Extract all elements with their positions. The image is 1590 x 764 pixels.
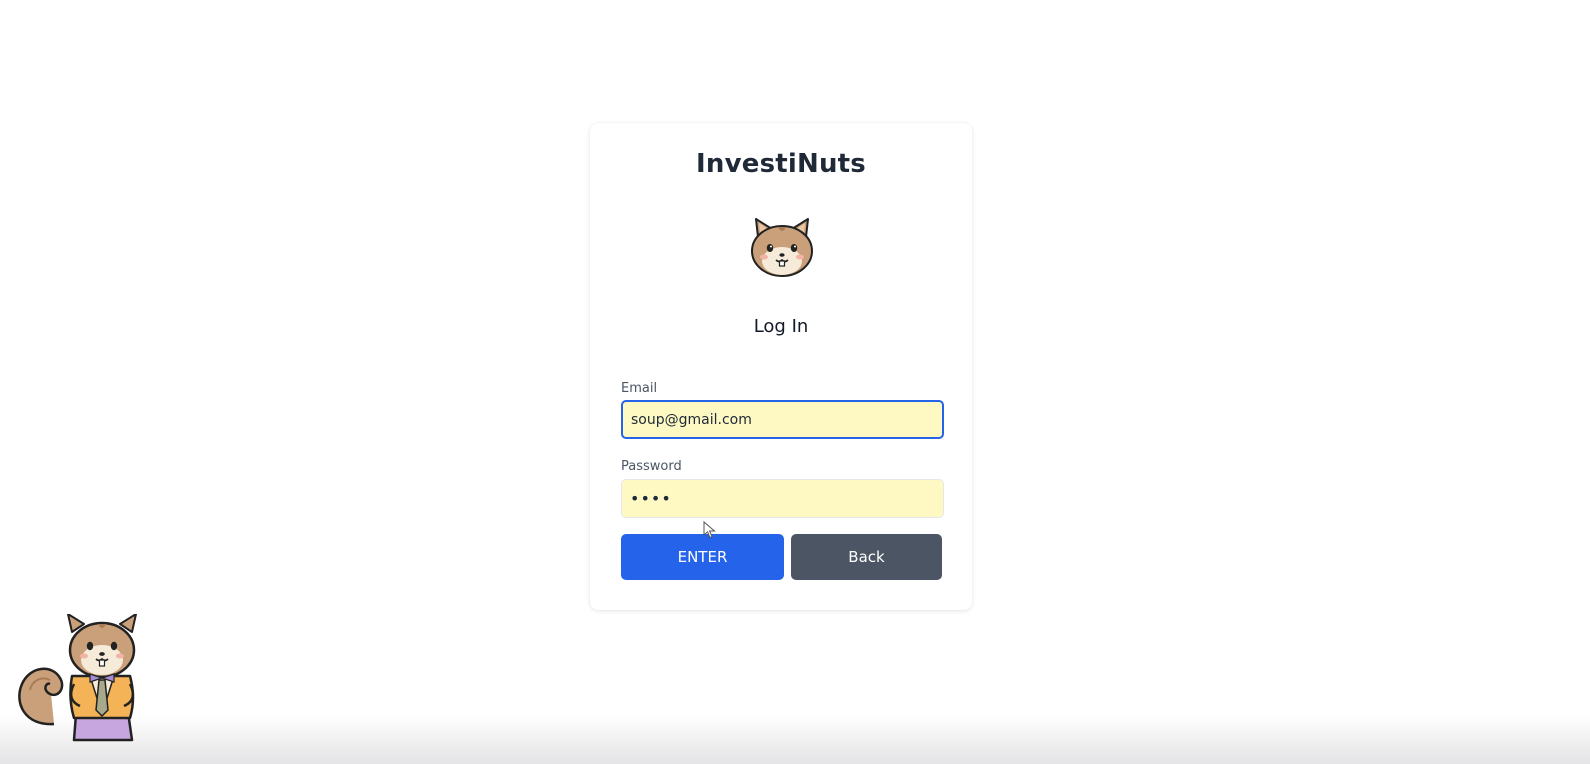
email-field[interactable] bbox=[621, 400, 944, 439]
app-title: InvestiNuts bbox=[696, 149, 866, 179]
mouse-pointer-icon bbox=[703, 521, 716, 539]
email-label: Email bbox=[621, 381, 658, 396]
password-label: Password bbox=[621, 459, 682, 474]
login-page: InvestiNuts Log In Email soup@gmail.com … bbox=[0, 0, 1590, 764]
enter-button[interactable]: ENTER bbox=[621, 534, 784, 580]
login-heading: Log In bbox=[753, 316, 809, 337]
squirrel-face-icon bbox=[751, 218, 813, 277]
password-field[interactable] bbox=[621, 479, 944, 518]
squirrel-mascot-icon bbox=[18, 614, 137, 742]
login-card: InvestiNuts Log In Email soup@gmail.com … bbox=[590, 123, 972, 610]
back-button[interactable]: Back bbox=[791, 534, 942, 580]
